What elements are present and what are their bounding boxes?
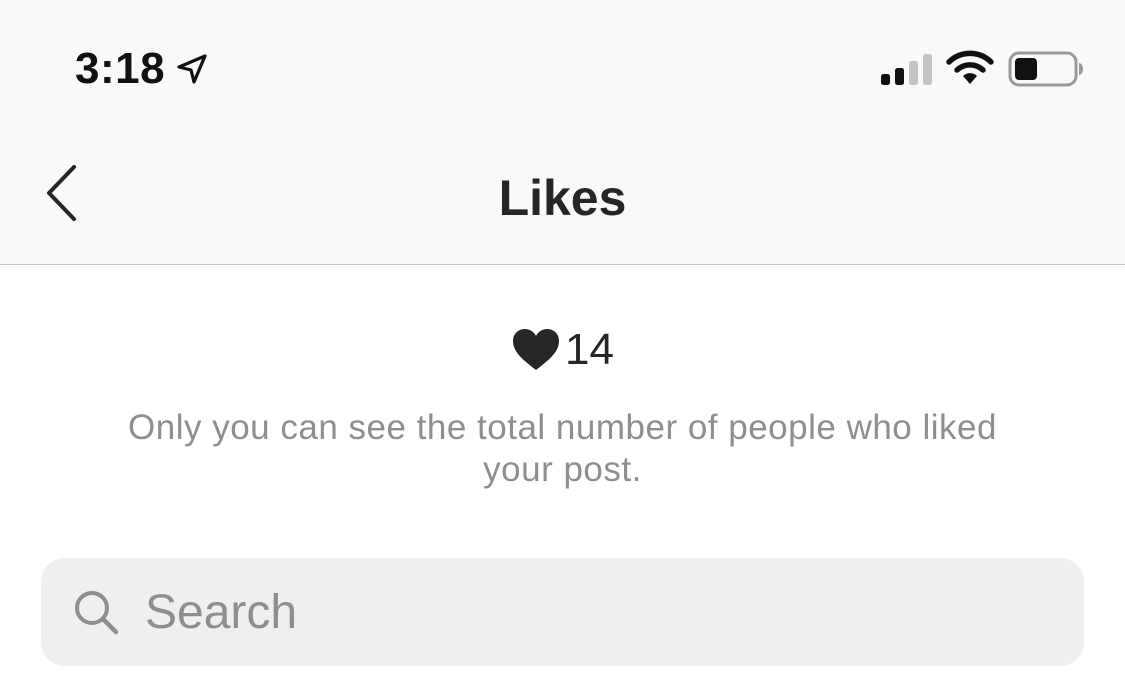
battery-icon <box>1008 51 1084 87</box>
status-time: 3:18 <box>75 44 166 93</box>
status-bar-time: 3:18 <box>75 44 209 94</box>
cellular-signal-icon <box>881 52 935 86</box>
search-icon <box>71 587 121 637</box>
page-title: Likes <box>498 170 627 226</box>
location-arrow-icon <box>175 52 209 86</box>
search-input[interactable] <box>143 571 1084 653</box>
search-bar[interactable] <box>41 558 1084 666</box>
likes-count: 14 <box>565 325 614 374</box>
wifi-icon <box>946 49 994 87</box>
likes-privacy-note: Only you can see the total number of peo… <box>128 408 997 489</box>
likes-summary: 14 <box>0 320 1125 380</box>
top-bar: 3:18 Likes <box>0 0 1125 265</box>
heart-icon <box>511 328 561 372</box>
